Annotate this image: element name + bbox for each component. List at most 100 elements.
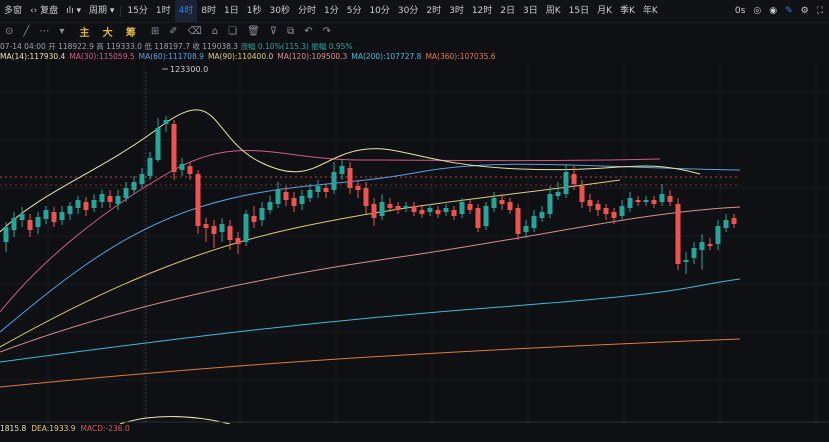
eraser-icon[interactable]: ⌫ bbox=[183, 26, 207, 37]
ruler-icon[interactable]: ⊞ bbox=[146, 26, 164, 37]
copy-icon[interactable]: ❏ bbox=[223, 26, 242, 37]
candle-body bbox=[35, 217, 41, 227]
interval-tab[interactable]: 3时 bbox=[445, 0, 468, 22]
camera-icon[interactable]: ◎ bbox=[753, 0, 761, 22]
trash-icon[interactable]: 🗑 bbox=[242, 26, 265, 37]
interval-tab[interactable]: 分时 bbox=[294, 0, 320, 22]
interval-tab[interactable]: 5分 bbox=[343, 0, 366, 22]
candle-body bbox=[411, 206, 417, 212]
interval-tab[interactable]: 15分 bbox=[123, 0, 151, 22]
candle-body bbox=[91, 200, 97, 208]
interval-tab[interactable]: 周K bbox=[542, 0, 565, 22]
candle-body bbox=[731, 218, 737, 224]
interval-tab[interactable]: 30秒 bbox=[266, 0, 294, 22]
redo-icon[interactable]: ↷ bbox=[318, 26, 336, 37]
interval-tab[interactable]: 30分 bbox=[394, 0, 422, 22]
candle-body bbox=[427, 208, 433, 212]
candle-body bbox=[667, 196, 673, 202]
candle-body bbox=[603, 208, 609, 214]
interval-tab[interactable]: 3日 bbox=[519, 0, 542, 22]
macd-legend-item: MACD:-236.0 bbox=[80, 424, 130, 433]
period-label: 周期 bbox=[88, 6, 107, 16]
candle-body bbox=[147, 158, 153, 176]
interval-tab[interactable]: 1日 bbox=[220, 0, 243, 22]
interval-tab[interactable]: 15日 bbox=[565, 0, 593, 22]
ohlc-open: 开 118922.9 bbox=[48, 42, 94, 51]
replay-label: 复盘 bbox=[40, 6, 59, 16]
expand-icon[interactable]: ⛶ bbox=[817, 0, 823, 22]
candle-body bbox=[379, 202, 385, 216]
interval-tab[interactable]: 月K bbox=[593, 0, 616, 22]
candle-body bbox=[659, 194, 665, 202]
interval-tab[interactable]: 季K bbox=[616, 0, 639, 22]
interval-tab[interactable]: 4时 bbox=[174, 0, 198, 22]
candle-body bbox=[523, 226, 529, 232]
divider bbox=[120, 5, 122, 17]
interval-tab[interactable]: 年K bbox=[639, 0, 662, 22]
multi-window-button[interactable]: 多窗 bbox=[0, 0, 26, 22]
candle-body bbox=[131, 182, 137, 190]
candle-body bbox=[627, 198, 633, 208]
indicator-chips[interactable]: 筹 bbox=[121, 28, 141, 39]
ohlc-readout: 07-14 04:00 开 118922.9 高 119333.0 低 1181… bbox=[0, 41, 353, 52]
edit-icon[interactable]: ✎ bbox=[785, 0, 793, 22]
interval-tab[interactable]: 12时 bbox=[468, 0, 496, 22]
chart-type-icon[interactable]: ılı ▾ bbox=[62, 0, 85, 22]
candle-body bbox=[483, 206, 489, 226]
candle-body bbox=[683, 260, 689, 262]
candle-body bbox=[179, 164, 185, 170]
interval-tab[interactable]: 1时 bbox=[152, 0, 175, 22]
interval-tab[interactable]: 2日 bbox=[496, 0, 519, 22]
candle-body bbox=[715, 226, 721, 244]
candle-body bbox=[547, 194, 553, 214]
more-tools-icon[interactable]: ⋯ bbox=[34, 26, 54, 37]
lock-icon[interactable]: ⌂ bbox=[207, 26, 223, 37]
time-icon[interactable]: ⊙ bbox=[0, 26, 18, 37]
ma-line bbox=[0, 163, 741, 333]
candle-body bbox=[347, 168, 353, 188]
interval-tab[interactable]: 1秒 bbox=[243, 0, 266, 22]
settings-icon[interactable]: ⚙ bbox=[801, 0, 809, 22]
candle-body bbox=[283, 192, 289, 200]
layers-icon[interactable]: ⧉ bbox=[282, 26, 299, 37]
candle-body bbox=[707, 244, 713, 246]
candle-body bbox=[635, 200, 641, 202]
replay-button[interactable]: ‹› 复盘 bbox=[26, 0, 62, 22]
filter-icon[interactable]: ⊽ bbox=[265, 26, 282, 37]
candle-body bbox=[515, 208, 521, 234]
candle-body bbox=[435, 210, 441, 214]
indicator-big[interactable]: 大 bbox=[98, 28, 118, 39]
eye-icon[interactable]: ◉ bbox=[769, 0, 777, 22]
max-marker-label: 123300.0 bbox=[170, 65, 208, 74]
interval-tab[interactable]: 10分 bbox=[365, 0, 393, 22]
line-tool-icon[interactable]: ╱ bbox=[18, 26, 34, 37]
candle-body bbox=[59, 212, 65, 220]
candle-body bbox=[43, 210, 49, 219]
candle-body bbox=[299, 196, 305, 204]
ma-legend-item: MA(120):109500.3 bbox=[277, 52, 348, 61]
interval-tab[interactable]: 1分 bbox=[320, 0, 343, 22]
price-chart[interactable]: 123300.0 bbox=[0, 62, 829, 424]
ohlc-date: 07-14 04:00 bbox=[0, 42, 46, 51]
macd-legend-item: 1815.8 bbox=[0, 424, 27, 433]
candle-body bbox=[419, 210, 425, 214]
ma-legend: MA(14):117930.4 MA(30):115059.5 MA(60):111… bbox=[0, 52, 500, 61]
pencil-icon[interactable]: ✐ bbox=[164, 26, 182, 37]
chevron-icon[interactable]: ▾ bbox=[54, 26, 69, 37]
candle-body bbox=[643, 200, 649, 202]
indicator-main[interactable]: 主 bbox=[74, 28, 94, 39]
interval-tab[interactable]: 8时 bbox=[197, 0, 220, 22]
candle-body bbox=[395, 206, 401, 210]
undo-icon[interactable]: ↶ bbox=[299, 26, 317, 37]
macd-legend: 1815.8 DEA:1933.9 MACD:-236.0 bbox=[0, 424, 135, 433]
candle-body bbox=[235, 238, 241, 244]
ma-legend-item: MA(60):111708.9 bbox=[138, 52, 204, 61]
candle-body bbox=[267, 202, 273, 210]
candle-body bbox=[251, 216, 257, 222]
ma-line bbox=[0, 278, 741, 363]
interval-tab[interactable]: 2时 bbox=[422, 0, 445, 22]
candle-body bbox=[259, 208, 265, 220]
period-dropdown[interactable]: 周期 ▾ bbox=[85, 0, 118, 22]
candle-body bbox=[691, 248, 697, 258]
candle-body bbox=[371, 204, 377, 218]
